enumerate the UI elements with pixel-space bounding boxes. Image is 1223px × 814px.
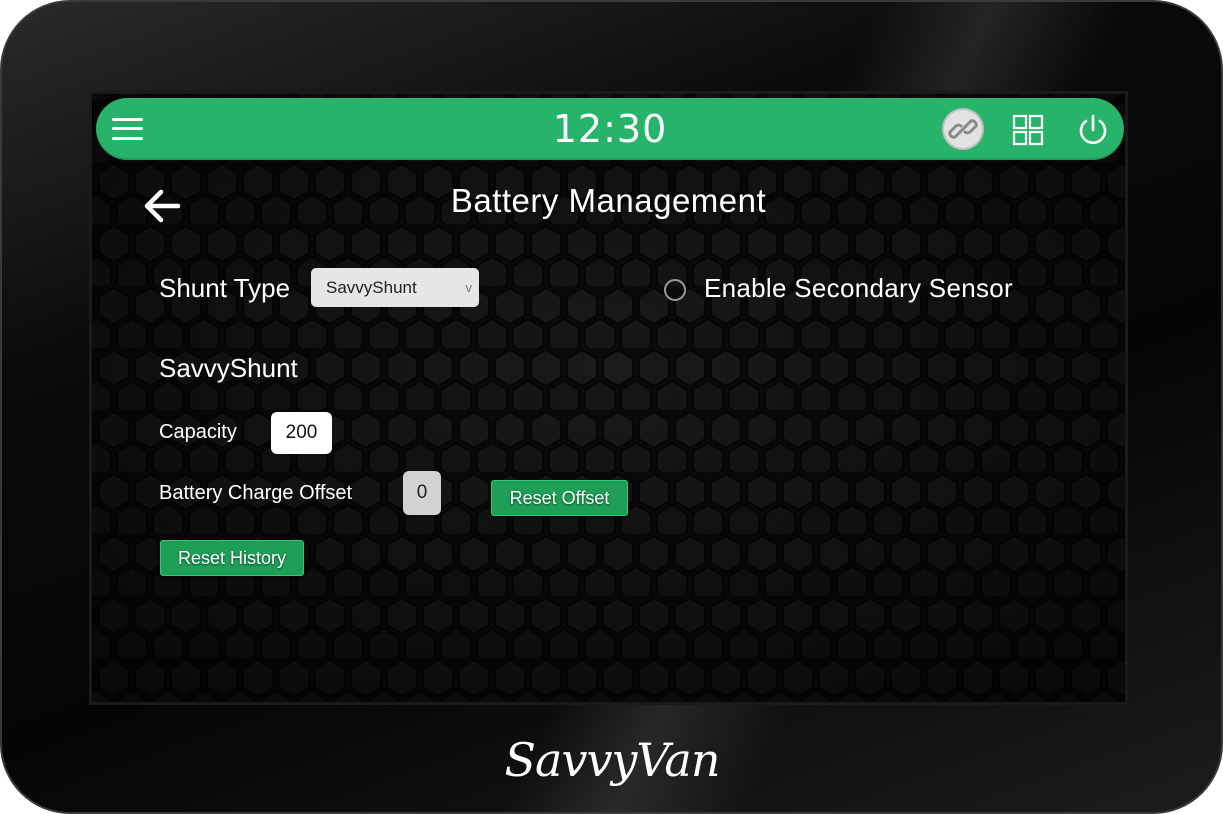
reset-history-button[interactable]: Reset History [160,540,304,576]
power-icon[interactable] [1076,113,1110,147]
shunt-type-select[interactable]: SavvyShunt v [311,268,479,307]
grid-icon[interactable] [1012,114,1044,146]
svg-text:SavvyVan: SavvyVan [505,733,720,787]
page-title: Battery Management [450,182,767,219]
savvyvan-logo: SavvyVan [505,733,721,787]
capacity-label: Capacity [159,421,237,443]
capacity-input[interactable]: 200 [271,412,332,454]
shunt-type-value: SavvyShunt [326,278,417,297]
section-title: SavvyShunt [159,353,298,383]
battery-charge-offset-input[interactable]: 0 [403,471,441,515]
link-icon[interactable] [944,110,982,148]
shunt-type-label: Shunt Type [159,273,291,303]
reset-offset-button[interactable]: Reset Offset [491,480,628,516]
secondary-sensor-radio[interactable] [664,279,686,301]
battery-charge-offset-label: Battery Charge Offset [159,482,353,504]
top-bar: 12:30 [96,98,1124,160]
chevron-down-icon: v [465,280,473,295]
screen: 12:30 Battery Management Shunt Type Savv… [92,94,1125,702]
tablet-bezel: 12:30 Battery Management Shunt Type Savv… [0,0,1223,814]
secondary-sensor-label: Enable Secondary Sensor [704,273,1013,303]
